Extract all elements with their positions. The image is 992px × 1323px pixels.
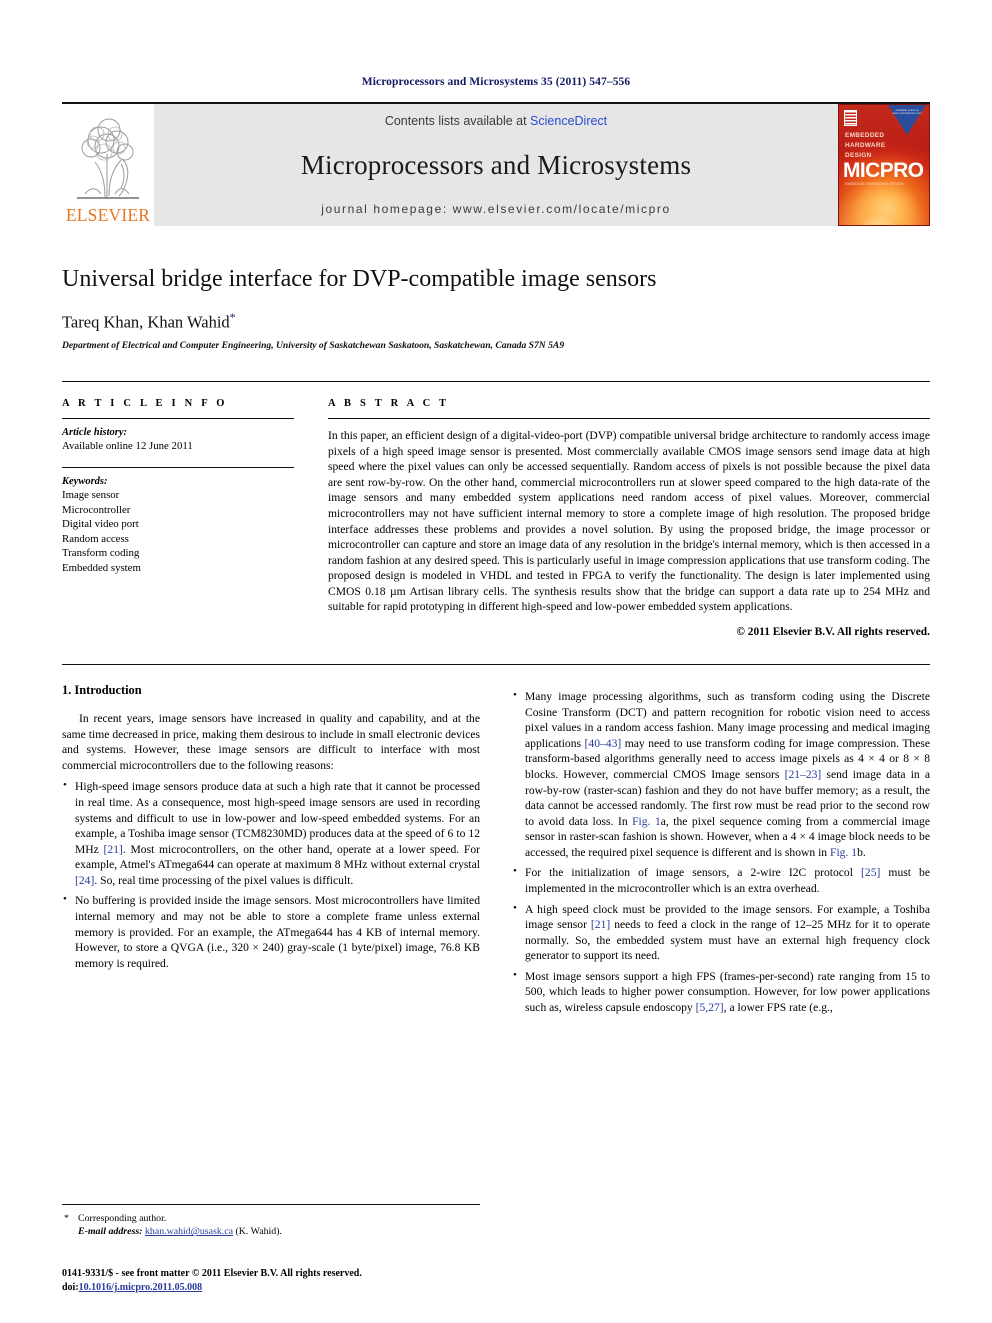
cover-badge-text: Available online at www.sciencedirect.co… (892, 109, 922, 116)
author-names: Tareq Khan, Khan Wahid (62, 312, 230, 332)
section-heading-introduction: 1. Introduction (62, 683, 142, 698)
keyword-item: Embedded system (62, 561, 141, 574)
right-bullet-list: Many image processing algorithms, such a… (512, 688, 930, 1016)
email-label: E-mail address: (78, 1226, 143, 1238)
list-item: For the initialization of image sensors,… (512, 864, 930, 896)
doi-label: doi: (62, 1282, 79, 1293)
intro-paragraph: In recent years, image sensors have incr… (62, 712, 480, 772)
abstract-heading: A B S T R A C T (328, 398, 450, 410)
journal-masthead: ELSEVIER Contents lists available at Sci… (62, 102, 930, 226)
page-title: Universal bridge interface for DVP-compa… (62, 266, 657, 292)
elsevier-wordmark: ELSEVIER (65, 204, 151, 225)
figure-link[interactable]: Fig. 1 (830, 846, 857, 859)
citation-link[interactable]: [24] (75, 874, 94, 887)
info-abstract-row: A R T I C L E I N F O Article history: A… (62, 381, 930, 638)
keywords-list: Image sensor Microcontroller Digital vid… (62, 488, 294, 575)
body-column-left: 1. Introduction In recent years, image s… (62, 683, 480, 1021)
figure-link[interactable]: Fig. 1 (632, 815, 661, 828)
citation-link[interactable]: [40–43] (585, 737, 622, 750)
body-column-right: Many image processing algorithms, such a… (512, 683, 930, 1021)
email-note: E-mail address: khan.wahid@usask.ca (K. … (62, 1225, 480, 1239)
list-item: Many image processing algorithms, such a… (512, 688, 930, 860)
article-info-column: A R T I C L E I N F O Article history: A… (62, 382, 294, 638)
list-item: High-speed image sensors produce data at… (62, 778, 480, 888)
contents-prefix: Contents lists available at (384, 114, 531, 128)
title-block: Universal bridge interface for DVP-compa… (62, 266, 930, 351)
affiliation: Department of Electrical and Computer En… (62, 340, 565, 352)
abstract-column: A B S T R A C T In this paper, an effici… (328, 382, 930, 638)
contents-line: Contents lists available at ScienceDirec… (385, 114, 607, 128)
doi-line: doi:10.1016/j.micpro.2011.05.008 (62, 1281, 492, 1295)
citation-link[interactable]: [21] (104, 843, 123, 856)
colophon: 0141-9331/$ - see front matter © 2011 El… (62, 1267, 492, 1295)
elsevier-logo: ELSEVIER (62, 104, 154, 226)
list-item: A high speed clock must be provided to t… (512, 901, 930, 964)
doi-link[interactable]: 10.1016/j.micpro.2011.05.008 (79, 1282, 202, 1293)
cover-tagline: EMBEDDED HARDWARE DESIGN (845, 132, 886, 159)
info-rule-top (62, 418, 294, 420)
citation-link[interactable]: [5,27] (696, 1001, 724, 1014)
cover-subtitle: EMBEDDED HARDWARE DESIGN (845, 182, 904, 186)
citation-link[interactable]: [21–23] (785, 768, 822, 781)
email-link[interactable]: khan.wahid@usask.ca (145, 1226, 233, 1237)
article-history-value: Available online 12 June 2011 (62, 440, 193, 453)
article-info-heading: A R T I C L E I N F O (62, 398, 228, 410)
journal-banner: Contents lists available at ScienceDirec… (154, 104, 838, 226)
running-head: Microprocessors and Microsystems 35 (201… (361, 76, 631, 88)
keyword-item: Transform coding (62, 547, 140, 560)
citation-link[interactable]: [25] (861, 866, 880, 879)
paper-page: Microprocessors and Microsystems 35 (201… (0, 0, 992, 1323)
abstract-text: In this paper, an efficient design of a … (328, 429, 930, 614)
issn-line: 0141-9331/$ - see front matter © 2011 El… (62, 1268, 362, 1279)
list-item: Most image sensors support a high FPS (f… (512, 968, 930, 1016)
cover-elsevier-mark-icon (844, 110, 857, 126)
list-item: No buffering is provided inside the imag… (62, 892, 480, 971)
journal-title: Microprocessors and Microsystems (300, 149, 692, 180)
email-owner: (K. Wahid). (235, 1226, 282, 1238)
corresponding-author-note: * Corresponding author. (62, 1212, 480, 1226)
journal-cover-thumbnail[interactable]: Available online at www.sciencedirect.co… (838, 104, 930, 226)
abstract-copyright: © 2011 Elsevier B.V. All rights reserved… (736, 626, 930, 639)
article-history-label: Article history: (62, 427, 128, 439)
footnote-marker: * (64, 1212, 69, 1224)
journal-homepage[interactable]: journal homepage: www.elsevier.com/locat… (321, 202, 671, 216)
body-columns: 1. Introduction In recent years, image s… (62, 664, 930, 1021)
keyword-item: Image sensor (62, 489, 120, 502)
keyword-item: Digital video port (62, 518, 139, 531)
sciencedirect-link[interactable]: ScienceDirect (530, 114, 607, 128)
corresponding-author-marker: * (229, 309, 236, 324)
citation-link[interactable]: [21] (591, 918, 610, 931)
keywords-label: Keywords: (62, 476, 108, 488)
footnote-block: * Corresponding author. E-mail address: k… (62, 1203, 480, 1239)
corresponding-author-text: Corresponding author. (78, 1212, 167, 1224)
keyword-item: Random access (62, 532, 129, 545)
left-bullet-list: High-speed image sensors produce data at… (62, 778, 480, 971)
author-list: Tareq Khan, Khan Wahid* (62, 310, 930, 333)
abstract-rule (328, 418, 930, 420)
elsevier-tree-icon (73, 115, 143, 204)
keyword-item: Microcontroller (62, 503, 131, 516)
info-rule-mid (62, 467, 294, 469)
cover-brand: MICPRO (843, 159, 924, 182)
